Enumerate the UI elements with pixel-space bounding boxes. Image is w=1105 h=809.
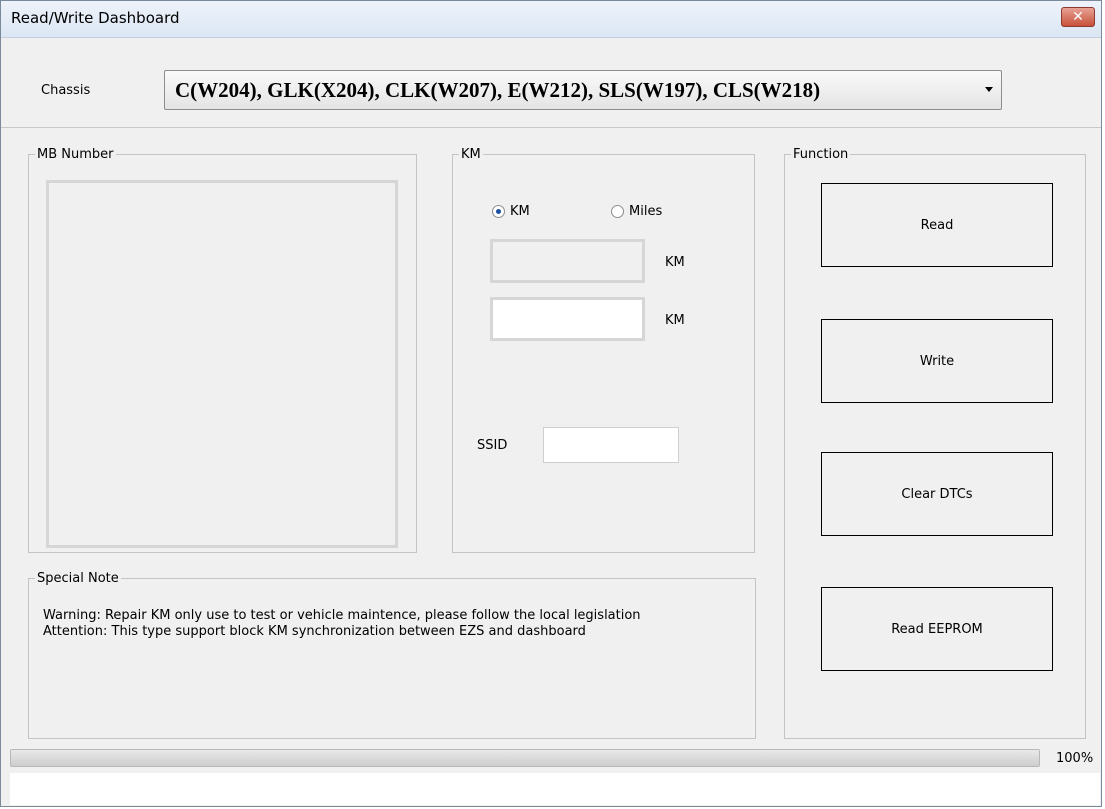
title-bar[interactable]: Read/Write Dashboard ✕ (1, 1, 1101, 38)
radio-miles-indicator (611, 205, 624, 218)
read-button[interactable]: Read (821, 183, 1053, 267)
chassis-dropdown[interactable]: C(W204), GLK(X204), CLK(W207), E(W212), … (164, 70, 1002, 110)
write-button-label: Write (919, 353, 955, 369)
new-km-field[interactable] (490, 297, 645, 341)
radio-km[interactable]: KM (492, 204, 530, 219)
ssid-input[interactable] (543, 427, 679, 463)
warning-text: Warning: Repair KM only use to test or v… (43, 608, 641, 623)
clear-dtcs-button[interactable]: Clear DTCs (821, 452, 1053, 536)
progress-bar (10, 749, 1040, 767)
close-button[interactable]: ✕ (1061, 7, 1095, 27)
radio-km-label: KM (510, 204, 530, 219)
mb-number-legend: MB Number (37, 147, 114, 162)
chassis-row: Chassis C(W204), GLK(X204), CLK(W207), E… (1, 37, 1101, 128)
close-icon: ✕ (1072, 9, 1084, 25)
ssid-label: SSID (477, 438, 508, 453)
read-button-label: Read (920, 217, 954, 233)
window-title: Read/Write Dashboard (11, 9, 180, 27)
radio-km-indicator (492, 205, 505, 218)
progress-bar-fill (11, 750, 1039, 766)
mb-number-list[interactable] (46, 180, 398, 548)
km-legend: KM (461, 147, 481, 162)
function-legend: Function (793, 147, 849, 162)
radio-miles-label: Miles (629, 204, 663, 219)
special-note-text: Warning: Repair KM only use to test or v… (43, 608, 723, 640)
radio-miles[interactable]: Miles (611, 204, 662, 219)
chassis-selected-value: C(W204), GLK(X204), CLK(W207), E(W212), … (175, 78, 821, 102)
attention-text: Attention: This type support block KM sy… (43, 624, 586, 639)
km-group: KM KM Miles KM KM SSID (452, 147, 755, 553)
current-km-unit: KM (665, 255, 685, 270)
status-area (10, 773, 1100, 805)
mb-number-group: MB Number (28, 147, 417, 553)
clear-dtcs-button-label: Clear DTCs (901, 486, 973, 502)
function-group: Function Read Write Clear DTCs Read EEPR… (784, 147, 1086, 739)
progress-percent: 100% (1056, 751, 1094, 766)
read-eeprom-button[interactable]: Read EEPROM (821, 587, 1053, 671)
dashboard-window: Read/Write Dashboard ✕ Chassis C(W204), … (0, 0, 1102, 807)
chassis-label: Chassis (41, 83, 91, 98)
read-eeprom-button-label: Read EEPROM (891, 621, 983, 637)
special-note-group: Special Note Warning: Repair KM only use… (28, 571, 756, 739)
chevron-down-icon (985, 87, 993, 92)
current-km-field[interactable] (490, 239, 645, 283)
special-note-legend: Special Note (37, 571, 119, 586)
write-button[interactable]: Write (821, 319, 1053, 403)
new-km-unit: KM (665, 313, 685, 328)
